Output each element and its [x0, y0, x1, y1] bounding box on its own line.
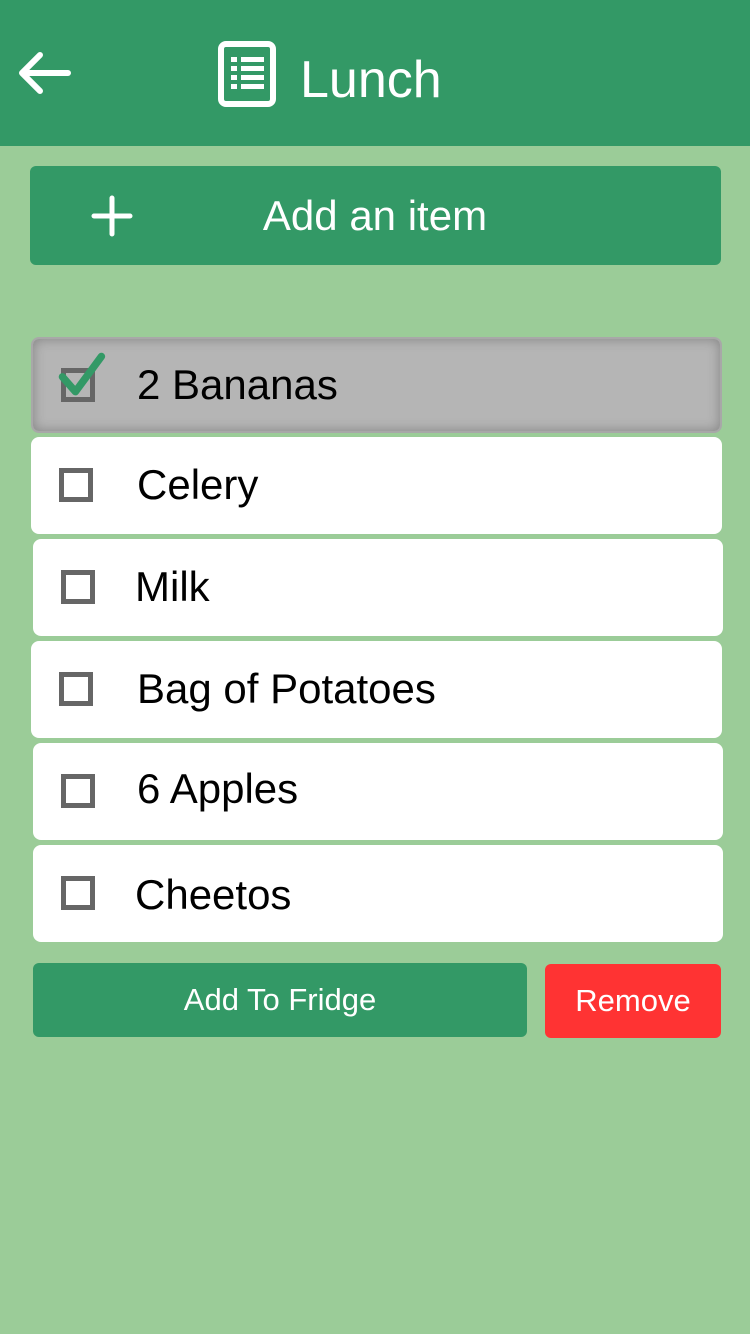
item-checkbox[interactable] [61, 774, 95, 808]
add-item-button[interactable]: Add an item [30, 166, 721, 265]
item-label: Bag of Potatoes [137, 665, 436, 712]
list-document-icon [216, 40, 278, 108]
arrow-left-icon [19, 52, 71, 94]
list-item-celery[interactable]: Celery [31, 437, 722, 534]
list-item-milk[interactable]: Milk [33, 539, 723, 636]
item-checkbox[interactable] [61, 570, 95, 604]
app-header: Lunch [0, 0, 750, 146]
item-label: Celery [137, 461, 259, 508]
list-item-bananas[interactable]: 2 Bananas [31, 337, 722, 433]
back-button[interactable] [10, 40, 80, 106]
item-label: 2 Bananas [137, 361, 338, 408]
item-label: 6 Apples [137, 765, 299, 812]
list-item-cheetos[interactable]: Cheetos [33, 845, 723, 942]
item-checkbox[interactable] [59, 468, 93, 502]
checkmark-icon [58, 352, 106, 396]
list-item-apples[interactable]: 6 Apples [33, 743, 723, 840]
list-item-potatoes[interactable]: Bag of Potatoes [31, 641, 722, 738]
page-title: Lunch [300, 51, 442, 109]
item-label: Milk [135, 563, 210, 610]
item-checkbox[interactable] [61, 876, 95, 910]
item-label: Cheetos [135, 871, 292, 918]
remove-button[interactable]: Remove [545, 964, 721, 1038]
add-item-label: Add an item [262, 192, 488, 239]
add-to-fridge-button[interactable]: Add To Fridge [33, 963, 527, 1037]
item-checkbox[interactable] [59, 672, 93, 706]
